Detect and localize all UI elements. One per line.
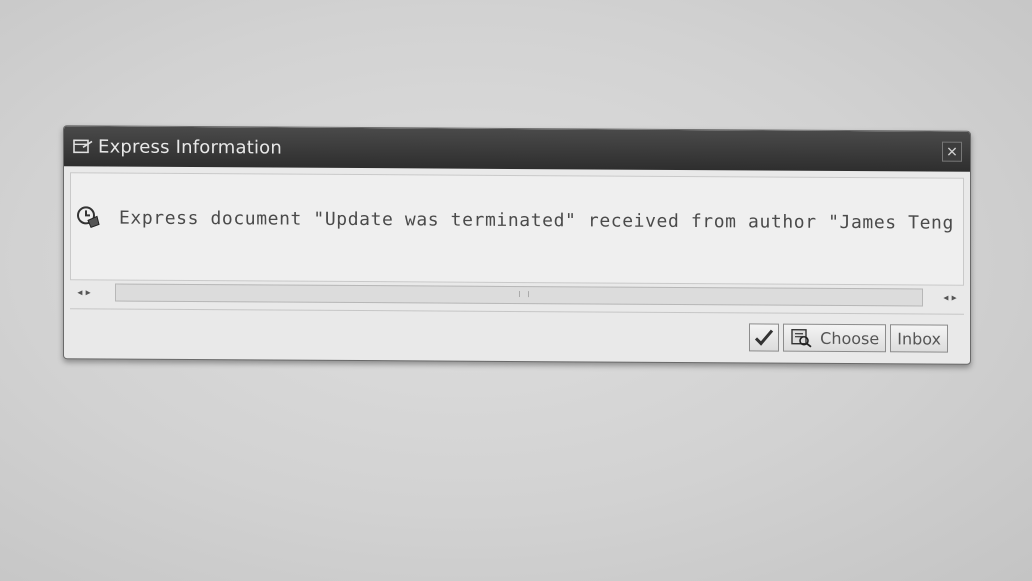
message-row: Express document "Update was terminated"… (75, 197, 963, 242)
dialog-titlebar[interactable]: Express Information ✕ (64, 126, 970, 172)
express-information-dialog: Express Information ✕ Express document "… (63, 125, 971, 365)
message-area: Express document "Update was terminated"… (70, 172, 964, 307)
scroll-left-arrows-icon[interactable]: ◂ ▸ (77, 287, 91, 298)
window-icon (72, 137, 94, 155)
scrollbar-track[interactable] (115, 283, 923, 307)
display-document-icon (790, 328, 812, 348)
scrollbar-grip-icon[interactable] (519, 291, 529, 298)
dialog-toolbar: Choose Inbox (749, 322, 948, 353)
scroll-right-arrows-icon[interactable]: ◂ ▸ (943, 292, 957, 303)
dialog-title: Express Information (98, 135, 283, 159)
horizontal-scrollbar[interactable]: ◂ ▸ ◂ ▸ (77, 281, 957, 308)
ok-button[interactable] (749, 323, 780, 352)
inbox-button[interactable]: Inbox (890, 324, 948, 353)
close-button[interactable]: ✕ (942, 141, 962, 162)
choose-button-label: Choose (820, 328, 880, 348)
message-text: Express document "Update was terminated"… (119, 207, 963, 234)
choose-button[interactable]: Choose (783, 323, 887, 353)
inbox-button-label: Inbox (897, 328, 941, 349)
footer-divider (70, 308, 964, 315)
express-document-clock-icon (75, 204, 101, 230)
checkmark-icon (755, 329, 774, 346)
